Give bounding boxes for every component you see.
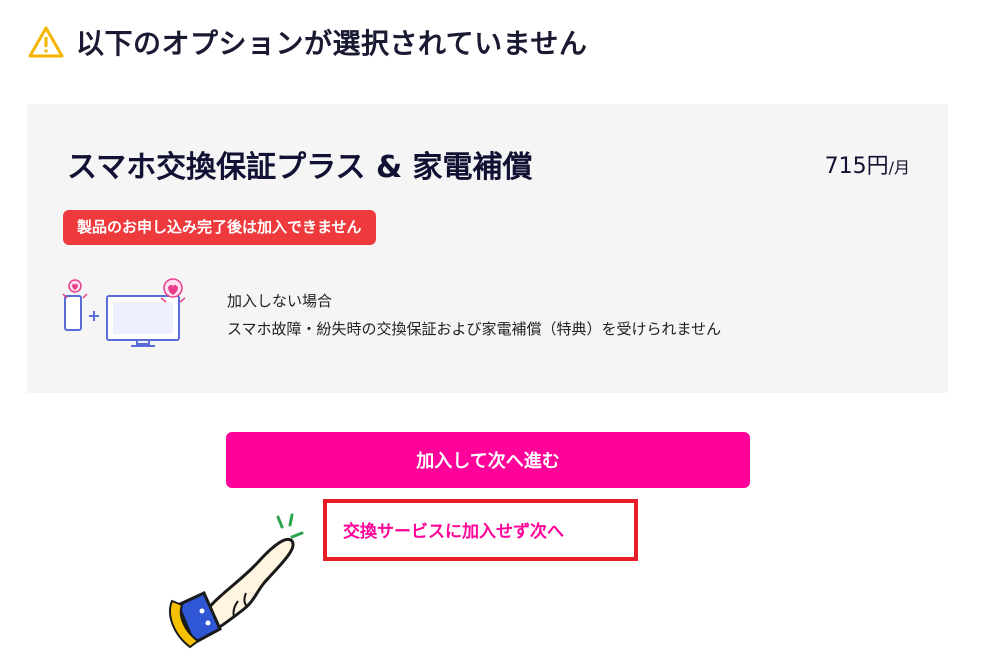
plan-price: 715円/月: [825, 148, 910, 180]
note-text: スマホ故障・紛失時の交換保証および家電補償（特典）を受けられません: [227, 320, 722, 338]
option-card: スマホ交換保証プラス & 家電補償 715円/月 製品のお申し込み完了後は加入で…: [27, 104, 948, 393]
warning-badge: 製品のお申し込み完了後は加入できません: [63, 210, 376, 245]
price-unit: /月: [888, 158, 910, 177]
join-and-next-button[interactable]: 加入して次へ進む: [226, 432, 750, 488]
pointing-hand-icon: [169, 513, 304, 649]
price-value: 715円: [824, 154, 889, 179]
skip-option-link[interactable]: 交換サービスに加入せず次へ: [343, 517, 564, 542]
phone-tv-icon: [62, 278, 186, 347]
plan-name: スマホ交換保証プラス & 家電補償: [67, 150, 533, 185]
page-title: 以下のオプションが選択されていません: [76, 27, 588, 60]
section-heading: 以下のオプションが選択されていません: [28, 22, 587, 62]
note-title: 加入しない場合: [227, 292, 333, 310]
warning-icon: [28, 26, 64, 58]
